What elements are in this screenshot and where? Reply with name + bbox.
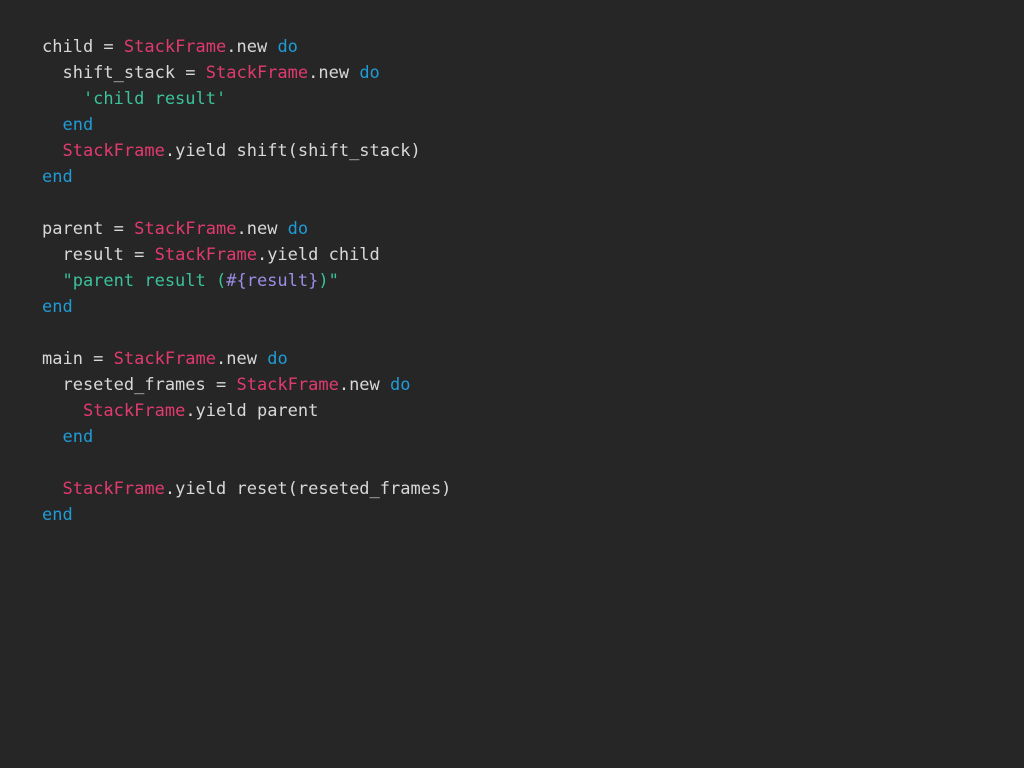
code-token-kw: do: [267, 349, 288, 369]
code-token-const: StackFrame: [154, 245, 257, 265]
code-token-const: StackFrame: [123, 37, 227, 57]
code-token-const: StackFrame: [205, 63, 309, 83]
code-token-kw: end: [42, 297, 73, 317]
code-token-const: StackFrame: [236, 375, 339, 395]
code-token-plain: parent =: [42, 219, 135, 239]
code-token-plain: reseted_frames =: [42, 375, 237, 395]
code-token-plain: child =: [42, 37, 124, 57]
code-line: StackFrame.yield reset(reseted_frames): [42, 476, 451, 502]
code-token-plain: .yield parent: [185, 401, 319, 421]
code-token-str: "parent result (: [42, 271, 227, 291]
code-token-const: StackFrame: [113, 349, 217, 369]
code-line: StackFrame.yield shift(shift_stack): [42, 138, 451, 164]
code-token-plain: .new: [216, 349, 268, 369]
code-token-plain: .new: [226, 37, 278, 57]
code-token-plain: .yield child: [256, 245, 380, 265]
code-token-plain: .yield reset(reseted_frames): [164, 479, 452, 499]
code-token-kw: do: [287, 219, 309, 239]
code-token-plain: .new: [308, 63, 360, 83]
code-token-str: 'child result': [42, 89, 227, 109]
code-line: child = StackFrame.new do: [42, 34, 451, 60]
code-line: shift_stack = StackFrame.new do: [42, 60, 451, 86]
code-token-const: StackFrame: [134, 219, 237, 239]
code-block: child = StackFrame.new do shift_stack = …: [42, 34, 451, 528]
code-token-plain: .new: [236, 219, 288, 239]
code-line: parent = StackFrame.new do: [42, 216, 451, 242]
code-token-kw: end: [42, 427, 94, 447]
code-token-kw: end: [42, 505, 73, 525]
code-token-const: StackFrame: [82, 401, 186, 421]
code-token-kw: end: [42, 115, 94, 135]
code-token-plain: .yield shift(shift_stack): [164, 141, 421, 161]
code-token-kw: end: [42, 167, 73, 187]
code-token-interp: #{result}: [226, 271, 319, 291]
code-token-kw: do: [277, 37, 298, 57]
code-token-const: StackFrame: [62, 141, 165, 161]
code-token-plain: result =: [42, 245, 155, 265]
code-line: end: [42, 502, 451, 528]
code-slide: child = StackFrame.new do shift_stack = …: [0, 0, 1024, 768]
code-token-kw: do: [359, 63, 380, 83]
code-token-kw: do: [390, 375, 411, 395]
code-token-plain: main =: [42, 349, 114, 369]
code-token-plain: .new: [338, 375, 391, 395]
code-line: StackFrame.yield parent: [42, 398, 451, 424]
code-line: main = StackFrame.new do: [42, 346, 451, 372]
code-line: "parent result (#{result})": [42, 268, 451, 294]
code-line: 'child result': [42, 86, 451, 112]
code-token-const: StackFrame: [62, 479, 165, 499]
code-line: reseted_frames = StackFrame.new do: [42, 372, 451, 398]
code-line: end: [42, 112, 451, 138]
code-line: end: [42, 164, 451, 190]
code-line: end: [42, 424, 451, 450]
code-token-plain: shift_stack =: [42, 63, 206, 83]
code-token-str: )": [318, 271, 339, 291]
code-line: result = StackFrame.yield child: [42, 242, 451, 268]
code-line: end: [42, 294, 451, 320]
